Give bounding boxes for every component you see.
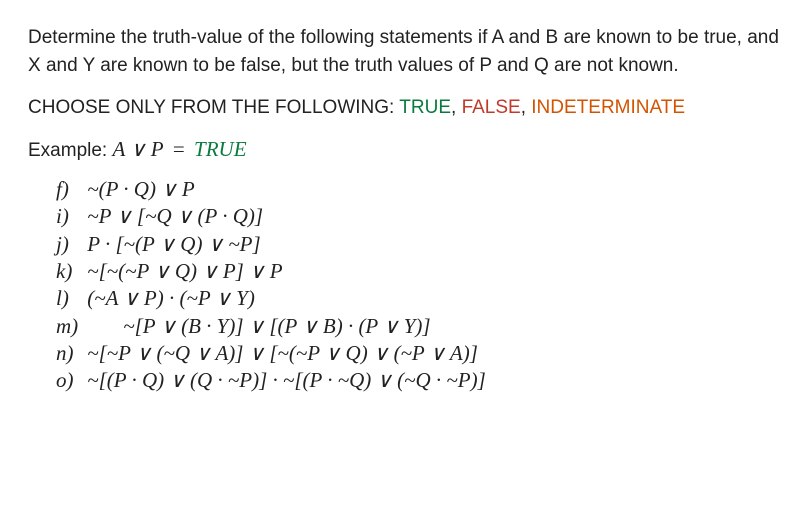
choice-true: TRUE: [399, 97, 451, 118]
item-j: j) P · [~(P ∨ Q) ∨ ~P]: [56, 231, 780, 258]
choice-false: FALSE: [462, 97, 521, 118]
example-line: Example: A ∨ P = TRUE: [28, 137, 780, 162]
sep1: ,: [451, 97, 462, 118]
example-formula: A ∨ P: [112, 137, 163, 161]
item-k: k) ~[~(~P ∨ Q) ∨ P] ∨ P: [56, 258, 780, 285]
item-o-label: o): [56, 367, 82, 394]
item-l-formula: (~A ∨ P) · (~P ∨ Y): [87, 286, 255, 310]
item-o: o) ~[(P · Q) ∨ (Q · ~P)] · ~[(P · ~Q) ∨ …: [56, 367, 780, 394]
item-m: m) ~[P ∨ (B · Y)] ∨ [(P ∨ B) · (P ∨ Y)]: [56, 313, 780, 340]
choose-prefix: CHOOSE ONLY FROM THE FOLLOWING:: [28, 97, 399, 118]
item-m-label: m): [56, 313, 82, 340]
item-o-formula: ~[(P · Q) ∨ (Q · ~P)] · ~[(P · ~Q) ∨ (~Q…: [87, 368, 486, 392]
choose-line: CHOOSE ONLY FROM THE FOLLOWING: TRUE, FA…: [28, 97, 780, 119]
item-l: l) (~A ∨ P) · (~P ∨ Y): [56, 285, 780, 312]
item-f-formula: ~(P · Q) ∨ P: [87, 177, 194, 201]
item-k-label: k): [56, 258, 82, 285]
item-f: f) ~(P · Q) ∨ P: [56, 176, 780, 203]
item-n: n) ~[~P ∨ (~Q ∨ A)] ∨ [~(~P ∨ Q) ∨ (~P ∨…: [56, 340, 780, 367]
item-n-formula: ~[~P ∨ (~Q ∨ A)] ∨ [~(~P ∨ Q) ∨ (~P ∨ A)…: [87, 341, 478, 365]
item-i-formula: ~P ∨ [~Q ∨ (P · Q)]: [87, 204, 263, 228]
item-j-label: j): [56, 231, 82, 258]
example-answer: TRUE: [194, 137, 247, 161]
items-list: f) ~(P · Q) ∨ P i) ~P ∨ [~Q ∨ (P · Q)] j…: [28, 176, 780, 394]
item-f-label: f): [56, 176, 82, 203]
item-i-label: i): [56, 203, 82, 230]
item-l-label: l): [56, 285, 82, 312]
intro-text: Determine the truth-value of the followi…: [28, 24, 780, 79]
choice-indeterminate: INDETERMINATE: [531, 97, 685, 118]
item-k-formula: ~[~(~P ∨ Q) ∨ P] ∨ P: [87, 259, 282, 283]
item-m-formula: ~[P ∨ (B · Y)] ∨ [(P ∨ B) · (P ∨ Y)]: [87, 314, 430, 338]
item-j-formula: P · [~(P ∨ Q) ∨ ~P]: [87, 232, 260, 256]
example-equals: =: [169, 137, 189, 161]
example-prefix: Example:: [28, 140, 112, 161]
item-n-label: n): [56, 340, 82, 367]
sep2: ,: [521, 97, 532, 118]
item-i: i) ~P ∨ [~Q ∨ (P · Q)]: [56, 203, 780, 230]
